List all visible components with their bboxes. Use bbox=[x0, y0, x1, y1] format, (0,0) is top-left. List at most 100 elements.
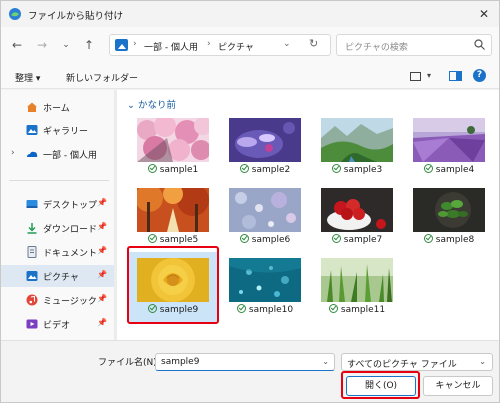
filename-label: ファイル名(N): bbox=[98, 358, 160, 368]
preview-pane-icon[interactable] bbox=[449, 71, 462, 81]
address-bar[interactable]: › 一部 - 個人用 › ピクチャ bbox=[109, 34, 331, 56]
app-icon bbox=[9, 8, 21, 20]
sidebar-item-pictures[interactable]: ピクチャ 📌 bbox=[1, 265, 114, 287]
thumbnail-basil bbox=[413, 188, 485, 232]
sidebar-item-label: デスクトップ bbox=[43, 201, 98, 211]
file-item-sample2[interactable]: sample2 bbox=[221, 112, 309, 184]
sidebar-item-onedrive[interactable]: › 一部 - 個人用 bbox=[1, 143, 114, 165]
cancel-button[interactable]: キャンセル bbox=[423, 376, 493, 396]
thumbnail-lavender bbox=[413, 118, 485, 162]
gallery-icon bbox=[26, 125, 38, 135]
search-box[interactable]: ピクチャの検索 bbox=[336, 34, 492, 56]
sync-status-icon bbox=[239, 164, 249, 173]
filename-value: sample9 bbox=[161, 357, 200, 367]
file-open-dialog: ファイルから貼り付け ✕ ← → ⌄ ↑ › 一部 - 個人用 › ピクチャ ⌄… bbox=[0, 0, 500, 403]
group-header-label: かなり前 bbox=[137, 100, 176, 111]
sidebar-item-music[interactable]: ミュージック 📌 bbox=[1, 289, 114, 311]
thumbnail-grass bbox=[321, 258, 393, 302]
documents-icon bbox=[27, 246, 37, 258]
sidebar-item-label: ダウンロード bbox=[43, 225, 98, 235]
dialog-footer: ファイル名(N): sample9 ⌄ すべてのピクチャ ファイル ⌄ 開く(O… bbox=[1, 340, 499, 402]
breadcrumb-separator-icon: › bbox=[133, 39, 137, 49]
sidebar-item-videos[interactable]: ビデオ 📌 bbox=[1, 313, 114, 335]
filename-input[interactable]: sample9 ⌄ bbox=[155, 353, 335, 371]
refresh-icon[interactable]: ↻ bbox=[309, 37, 318, 50]
filetype-select[interactable]: すべてのピクチャ ファイル ⌄ bbox=[341, 353, 493, 371]
new-folder-button[interactable]: 新しいフォルダー bbox=[66, 71, 138, 84]
help-icon[interactable]: ? bbox=[473, 69, 486, 82]
pin-icon[interactable]: 📌 bbox=[97, 222, 107, 231]
pin-icon[interactable]: 📌 bbox=[97, 246, 107, 255]
sync-status-icon bbox=[328, 304, 338, 313]
file-item-sample3[interactable]: sample3 bbox=[313, 112, 401, 184]
pin-icon[interactable]: 📌 bbox=[97, 318, 107, 327]
sync-status-icon bbox=[331, 234, 341, 243]
navigation-pane: ホーム ギャラリー › 一部 - 個人用 デスクトップ 📌 ダウンロード 📌 ド… bbox=[1, 90, 117, 340]
pin-icon[interactable]: 📌 bbox=[97, 294, 107, 303]
sidebar-item-label: ビデオ bbox=[43, 321, 71, 331]
view-icon[interactable] bbox=[410, 72, 421, 81]
sync-status-icon bbox=[236, 304, 246, 313]
sidebar-item-label: 一部 - 個人用 bbox=[43, 151, 97, 161]
pictures-icon bbox=[26, 271, 38, 281]
videos-icon bbox=[26, 319, 38, 329]
thumbnail-autumn bbox=[137, 188, 209, 232]
file-name: sample7 bbox=[313, 234, 401, 245]
onedrive-icon bbox=[27, 151, 38, 157]
download-icon bbox=[27, 223, 37, 234]
sidebar-divider bbox=[9, 180, 109, 181]
sidebar-item-desktop[interactable]: デスクトップ 📌 bbox=[1, 193, 114, 215]
breadcrumb-pictures[interactable]: ピクチャ bbox=[218, 40, 254, 53]
title-bar: ファイルから貼り付け ✕ bbox=[1, 1, 499, 27]
file-item-sample6[interactable]: sample6 bbox=[221, 182, 309, 254]
breadcrumb-onedrive[interactable]: 一部 - 個人用 bbox=[144, 40, 198, 53]
thumbnail-water bbox=[229, 258, 301, 302]
file-name: sample11 bbox=[313, 304, 401, 315]
organize-button[interactable]: 整理 ▾ bbox=[15, 71, 40, 84]
home-icon bbox=[27, 102, 37, 112]
file-name: sample8 bbox=[405, 234, 493, 245]
back-icon[interactable]: ← bbox=[9, 37, 25, 53]
forward-icon[interactable]: → bbox=[34, 37, 50, 53]
sync-status-icon bbox=[423, 234, 433, 243]
thumbnail-purple-flower bbox=[229, 118, 301, 162]
file-name: sample3 bbox=[313, 164, 401, 175]
desktop-icon bbox=[26, 200, 38, 208]
chevron-down-icon[interactable]: ⌄ bbox=[322, 357, 329, 366]
window-title: ファイルから貼り付け bbox=[28, 11, 124, 22]
file-item-sample10[interactable]: sample10 bbox=[221, 252, 309, 324]
expand-chevron-icon[interactable]: › bbox=[11, 148, 15, 158]
thumbnail-valley bbox=[321, 118, 393, 162]
sidebar-item-documents[interactable]: ドキュメント 📌 bbox=[1, 241, 114, 263]
chevron-down-icon[interactable]: ⌄ bbox=[479, 357, 486, 366]
pictures-folder-icon bbox=[115, 39, 128, 51]
view-dropdown-icon[interactable]: ▾ bbox=[427, 71, 431, 80]
group-header[interactable]: ⌄ かなり前 bbox=[127, 97, 176, 111]
sidebar-item-label: ミュージック bbox=[43, 297, 97, 307]
sidebar-item-label: ドキュメント bbox=[43, 249, 98, 259]
search-icon bbox=[474, 39, 485, 50]
file-item-sample8[interactable]: sample8 bbox=[405, 182, 493, 254]
file-name: sample10 bbox=[221, 304, 309, 315]
file-item-sample4[interactable]: sample4 bbox=[405, 112, 493, 184]
sidebar-item-downloads[interactable]: ダウンロード 📌 bbox=[1, 217, 114, 239]
highlight-box bbox=[127, 246, 219, 324]
sidebar-item-home[interactable]: ホーム bbox=[1, 96, 114, 118]
pin-icon[interactable]: 📌 bbox=[97, 270, 107, 279]
address-dropdown-icon[interactable]: ⌄ bbox=[283, 39, 291, 49]
highlight-box bbox=[341, 371, 420, 399]
sidebar-item-label: ギャラリー bbox=[43, 127, 89, 137]
pin-icon[interactable]: 📌 bbox=[97, 198, 107, 207]
file-item-sample1[interactable]: sample1 bbox=[129, 112, 217, 184]
file-name: sample4 bbox=[405, 164, 493, 175]
close-icon[interactable]: ✕ bbox=[475, 5, 493, 23]
file-item-sample11[interactable]: sample11 bbox=[313, 252, 401, 324]
file-item-sample5[interactable]: sample5 bbox=[129, 182, 217, 254]
sidebar-item-gallery[interactable]: ギャラリー bbox=[1, 119, 114, 141]
sync-status-icon bbox=[147, 164, 157, 173]
file-item-sample7[interactable]: sample7 bbox=[313, 182, 401, 254]
recent-locations-icon[interactable]: ⌄ bbox=[58, 37, 74, 53]
up-icon[interactable]: ↑ bbox=[81, 37, 97, 53]
sync-status-icon bbox=[147, 234, 157, 243]
thumbnail-bokeh bbox=[229, 188, 301, 232]
